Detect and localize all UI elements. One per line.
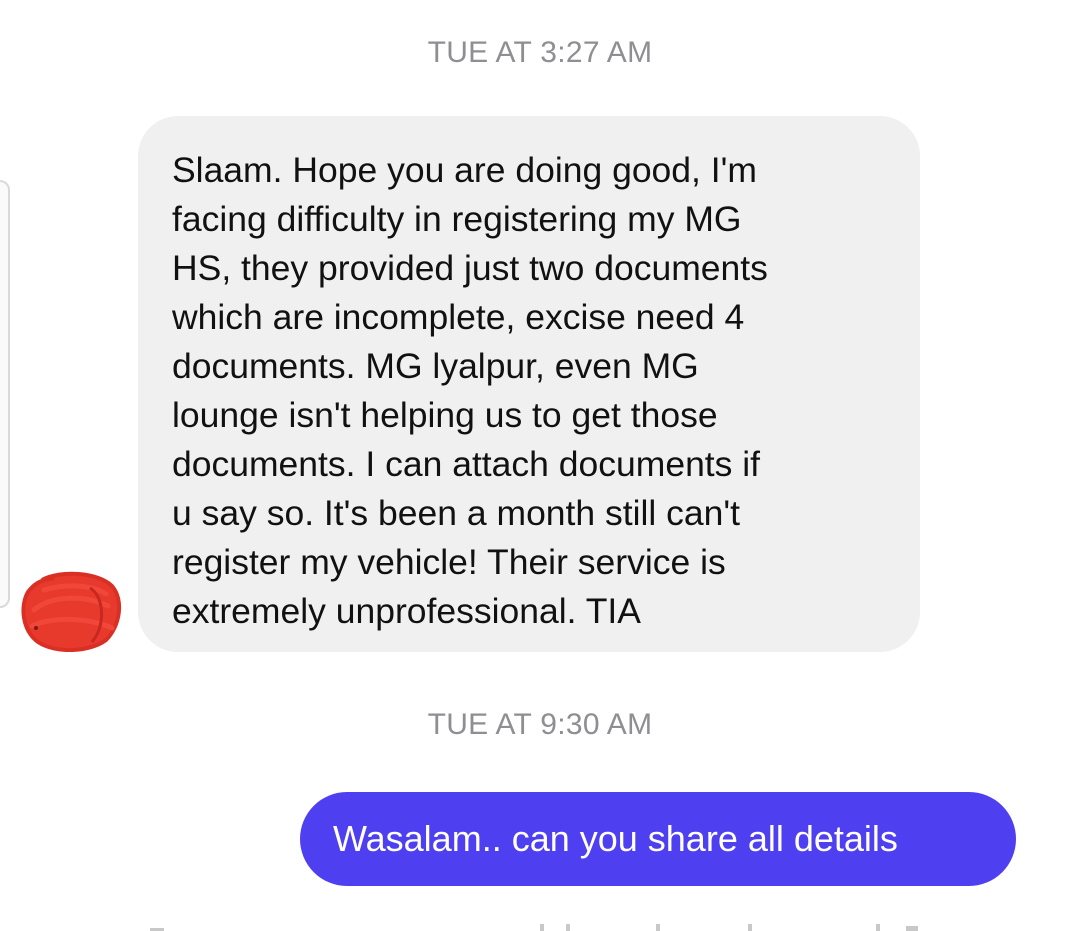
message-timestamp: TUE AT 3:27 AM (427, 36, 653, 69)
incoming-message-bubble[interactable]: Slaam. Hope you are doing good, I'm faci… (138, 116, 920, 652)
message-line: which are incomplete, excise need 4 (172, 297, 745, 337)
message-line: extremely unprofessional. TIA (172, 591, 641, 631)
outgoing-message-bubble[interactable]: Wasalam.. can you share all details (300, 792, 1016, 886)
message-line: lounge isn't helping us to get those (172, 395, 718, 435)
message-line: facing difficulty in registering my MG (172, 199, 742, 239)
red-scribble-icon (21, 571, 122, 653)
outgoing-message-text: Wasalam.. can you share all details (333, 818, 898, 859)
redacted-avatar[interactable] (20, 570, 122, 653)
message-timestamp: TUE AT 9:30 AM (427, 708, 653, 741)
message-line: u say so. It's been a month still can't (172, 493, 741, 533)
message-line: register my vehicle! Their service is (172, 542, 726, 582)
message-line: documents. MG lyalpur, even MG (172, 346, 699, 386)
message-line: documents. I can attach documents if (172, 444, 761, 484)
next-message-cutoff (0, 918, 1080, 931)
message-line: Slaam. Hope you are doing good, I'm (172, 150, 757, 190)
side-drawer-edge[interactable] (0, 180, 10, 608)
message-line: HS, they provided just two documents (172, 248, 768, 288)
